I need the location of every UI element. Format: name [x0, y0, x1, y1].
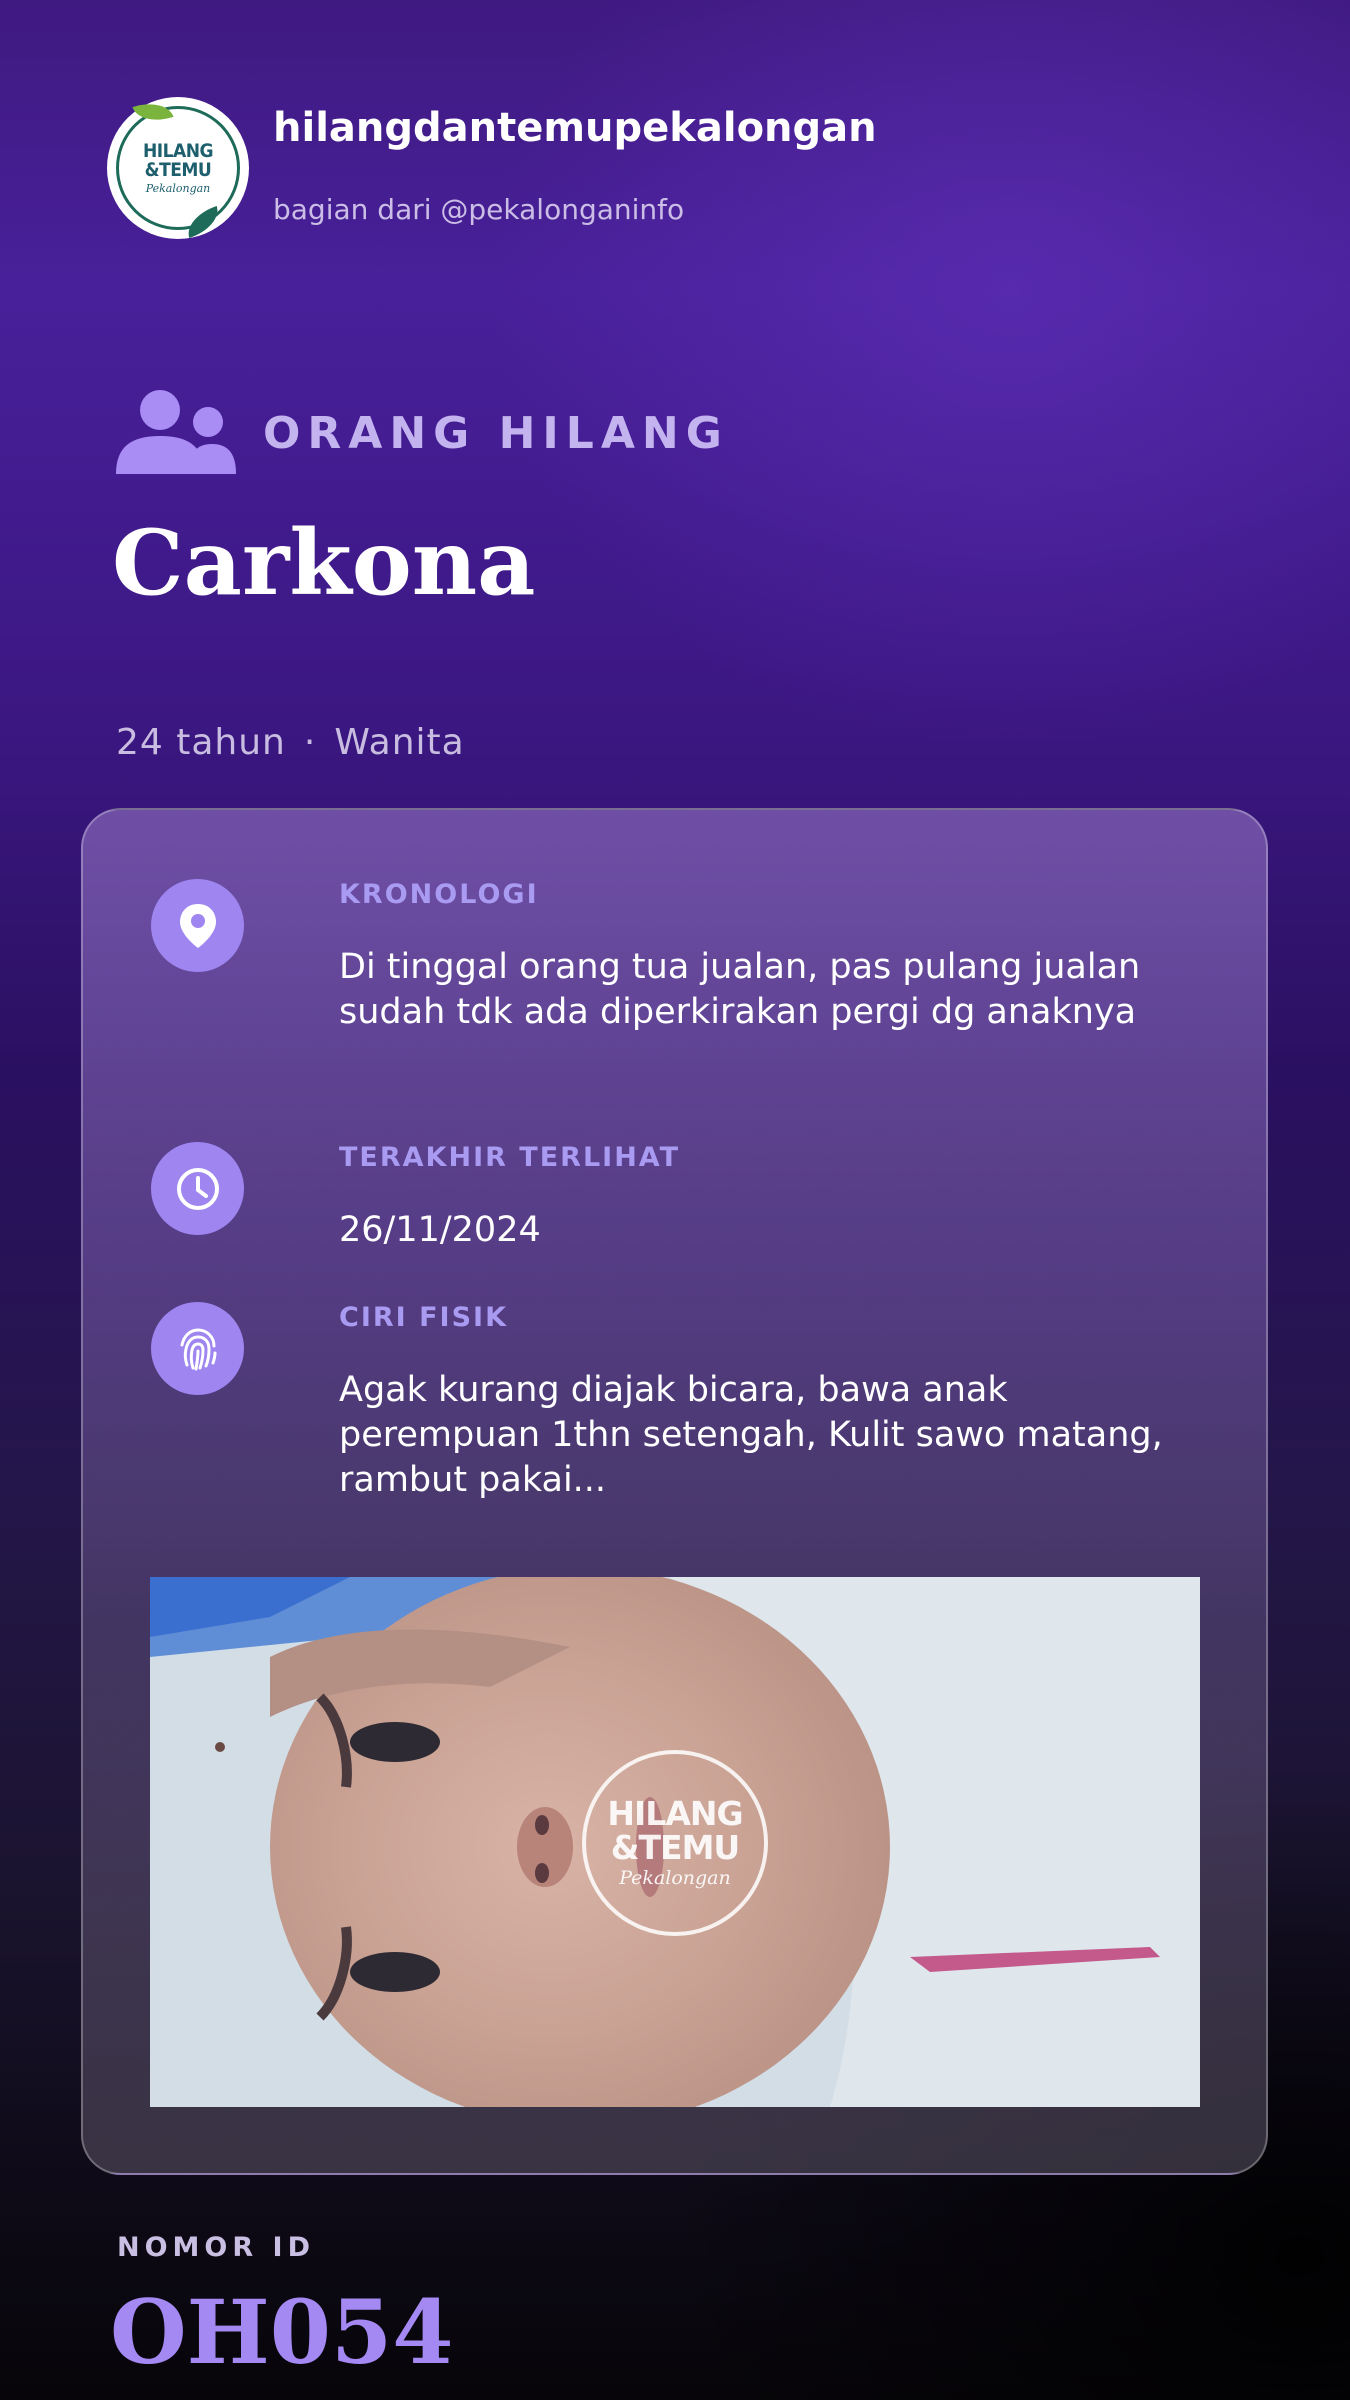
category-label: ORANG HILANG — [263, 408, 729, 459]
logo-script: Pekalongan — [145, 181, 211, 195]
clock-icon — [151, 1142, 244, 1235]
account-subtitle: bagian dari @pekalonganinfo — [273, 193, 685, 226]
category-header: ORANG HILANG — [114, 390, 1014, 480]
id-value: OH054 — [110, 2280, 454, 2384]
person-gender: Wanita — [334, 722, 465, 763]
watermark-logo: HILANG &TEMU Pekalongan — [582, 1745, 768, 1941]
location-pin-icon — [151, 879, 244, 972]
fingerprint-icon — [151, 1302, 244, 1395]
person-age: 24 tahun — [116, 722, 286, 763]
meta-separator: · — [303, 722, 317, 763]
logo-text-line1: HILANG — [142, 139, 214, 162]
person-photo[interactable]: HILANG &TEMU Pekalongan — [150, 1577, 1200, 2107]
watermark-script: Pekalongan — [619, 1867, 731, 1889]
ciri-fisik-label: CIRI FISIK — [339, 1302, 509, 1333]
account-name[interactable]: hilangdantemupekalongan — [273, 105, 877, 151]
ciri-fisik-value: Agak kurang diajak bicara, bawa anak per… — [339, 1370, 1163, 1500]
id-label: NOMOR ID — [117, 2232, 316, 2263]
kronologi-value: Di tinggal orang tua jualan, pas pulang … — [339, 947, 1141, 1032]
details-card: KRONOLOGI Di tinggal orang tua jualan, p… — [81, 808, 1268, 2175]
kronologi-label: KRONOLOGI — [339, 879, 539, 910]
watermark-line2: &TEMU — [610, 1828, 740, 1867]
account-header: HILANG &TEMU Pekalongan hilangdantemupek… — [107, 95, 1007, 239]
person-name: Carkona — [112, 510, 536, 616]
people-icon — [116, 390, 236, 474]
logo-text-line2: &TEMU — [144, 158, 212, 181]
account-logo[interactable]: HILANG &TEMU Pekalongan — [107, 95, 249, 239]
watermark-line1: HILANG — [607, 1794, 743, 1833]
terakhir-terlihat-label: TERAKHIR TERLIHAT — [339, 1142, 681, 1173]
terakhir-terlihat-value: 26/11/2024 — [339, 1210, 541, 1250]
person-meta: 24 tahun · Wanita — [116, 722, 465, 763]
